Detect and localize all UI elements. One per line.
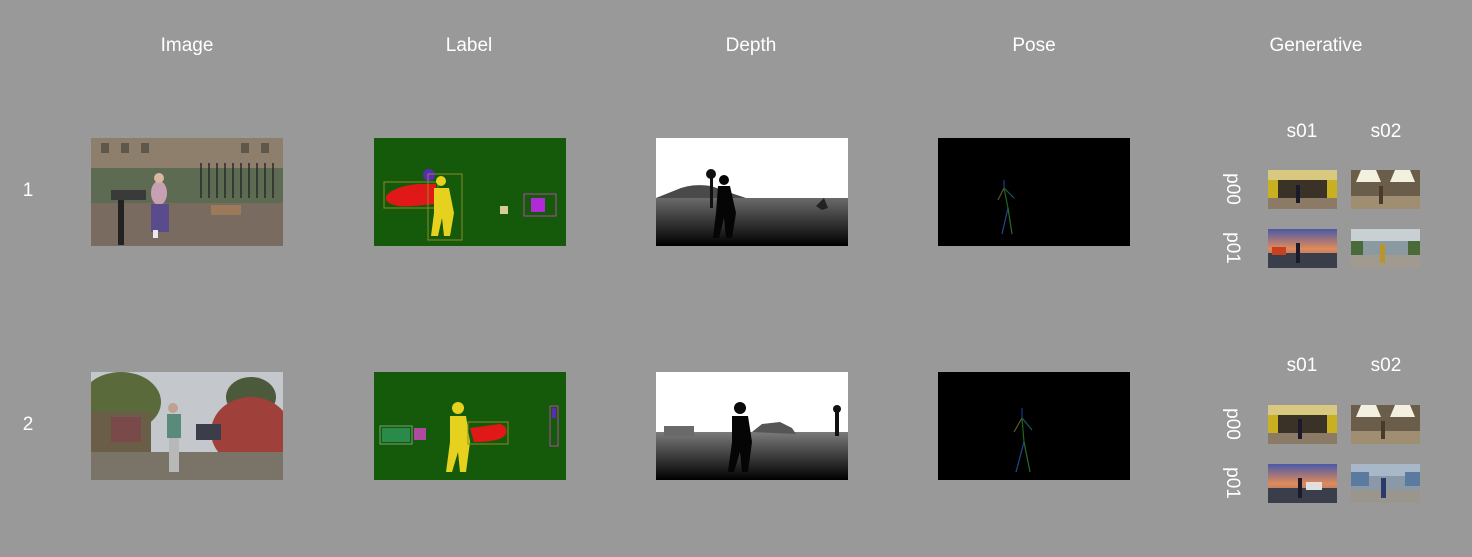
depth-thumbnail [656,372,848,480]
label-thumbnail [374,138,566,246]
header-image: Image [160,35,214,56]
header-depth: Depth [725,35,777,56]
image-thumbnail [91,372,283,480]
generative-thumbnail [1351,405,1420,444]
header-label: Label [445,35,493,56]
depth-thumbnail [656,138,848,246]
prompt-label-p01: p01 [1222,467,1243,499]
generative-thumbnail [1268,464,1337,503]
header-generative: Generative [1269,35,1363,56]
generative-thumbnail [1351,229,1420,268]
generative-thumbnail [1351,170,1420,209]
style-label-s02: s02 [1370,121,1402,142]
pose-thumbnail [938,372,1130,480]
generative-thumbnail [1268,405,1337,444]
generative-thumbnail [1351,464,1420,503]
prompt-label-p01: p01 [1222,232,1243,264]
label-thumbnail [374,372,566,480]
image-thumbnail [91,138,283,246]
style-label-s01: s01 [1286,355,1318,376]
pose-thumbnail [938,138,1130,246]
row-index: 1 [22,180,34,201]
prompt-label-p00: p00 [1222,173,1243,205]
generative-thumbnail [1268,229,1337,268]
generative-thumbnail [1268,170,1337,209]
row-index: 2 [22,414,34,435]
style-label-s02: s02 [1370,355,1402,376]
prompt-label-p00: p00 [1222,408,1243,440]
header-pose: Pose [1012,35,1056,56]
style-label-s01: s01 [1286,121,1318,142]
